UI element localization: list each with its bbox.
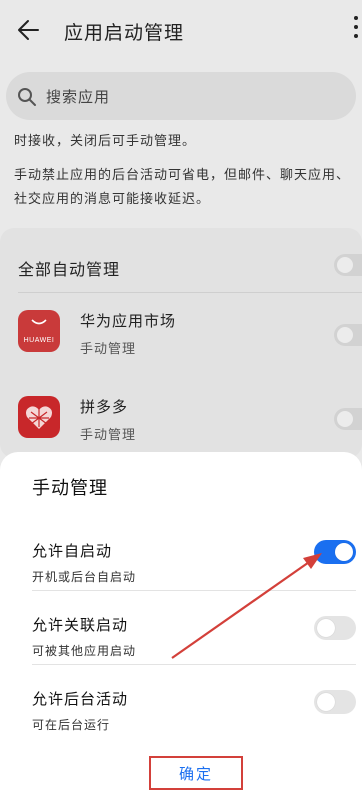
option-title: 允许自启动: [32, 542, 113, 560]
list-item-huawei-appgallery[interactable]: HUAWEI 华为应用市场 手动管理: [0, 298, 362, 370]
all-auto-manage-label: 全部自动管理: [18, 260, 121, 279]
list-item-pinduoduo[interactable]: 拼多多 手动管理: [0, 384, 362, 456]
search-input[interactable]: 搜索应用: [46, 86, 110, 107]
app-status: 手动管理: [80, 428, 137, 443]
option-allow-background-activity[interactable]: 允许后台活动 可在后台运行: [0, 680, 362, 750]
option-subtitle: 可被其他应用启动: [32, 644, 137, 658]
divider: [32, 664, 356, 665]
search-bar[interactable]: 搜索应用: [6, 72, 356, 120]
option-subtitle: 开机或后台自启动: [32, 570, 137, 584]
all-auto-manage-row[interactable]: 全部自动管理: [0, 232, 362, 296]
toggle-knob: [317, 693, 335, 711]
description-text: 时接收，关闭后可手动管理。: [14, 134, 197, 149]
page-title: 应用启动管理: [64, 22, 185, 44]
app-name: 华为应用市场: [80, 312, 177, 330]
logo-text: HUAWEI: [23, 337, 55, 344]
divider: [32, 590, 356, 591]
app-status: 手动管理: [80, 342, 137, 357]
confirm-button[interactable]: 确定: [149, 756, 243, 790]
toggle-knob: [317, 619, 335, 637]
sheet-title: 手动管理: [32, 478, 108, 499]
divider: [18, 292, 362, 293]
associated-launch-toggle[interactable]: [314, 616, 356, 640]
option-allow-associated-launch[interactable]: 允许关联启动 可被其他应用启动: [0, 606, 362, 676]
manual-manage-sheet: 手动管理 允许自启动 开机或后台自启动 允许关联启动 可被其他应用启动 允许后台…: [0, 452, 362, 792]
option-subtitle: 可在后台运行: [32, 718, 111, 732]
pinduoduo-icon: [18, 396, 60, 438]
back-arrow-icon[interactable]: [14, 14, 46, 46]
toggle-knob: [335, 543, 353, 561]
huawei-appgallery-icon: HUAWEI: [18, 310, 60, 352]
description-text: 手动禁止应用的后台活动可省电，但邮件、聊天应用、社交应用的消息可能接收延迟。: [14, 168, 351, 207]
app-name: 拼多多: [80, 398, 129, 416]
auto-launch-toggle[interactable]: [314, 540, 356, 564]
option-title: 允许关联启动: [32, 616, 129, 634]
app-toggle[interactable]: [334, 408, 362, 430]
option-allow-auto-launch[interactable]: 允许自启动 开机或后台自启动: [0, 532, 362, 602]
search-icon: [16, 86, 38, 108]
more-options-icon[interactable]: [352, 16, 360, 40]
background-activity-toggle[interactable]: [314, 690, 356, 714]
top-bar: 应用启动管理: [0, 0, 362, 62]
app-toggle[interactable]: [334, 324, 362, 346]
option-title: 允许后台活动: [32, 690, 129, 708]
all-auto-manage-toggle[interactable]: [334, 254, 362, 276]
